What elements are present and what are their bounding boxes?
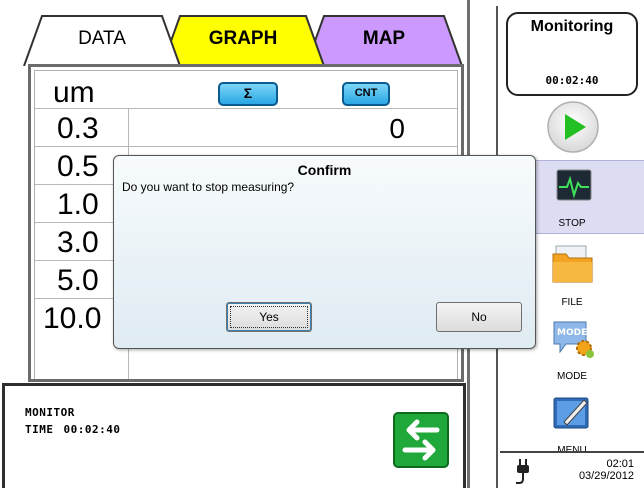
monitor-title: MONITOR: [25, 406, 75, 419]
status-box: Monitoring 00:02:40: [506, 12, 638, 96]
tab-graph-label: GRAPH: [208, 28, 278, 49]
row-size: 3.0: [57, 226, 99, 259]
focus-indicator: [230, 306, 308, 328]
sum-button[interactable]: Σ: [218, 82, 278, 106]
tab-data[interactable]: DATA: [22, 14, 182, 66]
row-count: 0: [389, 113, 405, 144]
monitor-panel: MONITOR TIME 00:02:40: [2, 383, 466, 488]
heartbeat-monitor-icon: [556, 169, 592, 201]
tab-data-label: DATA: [78, 28, 126, 49]
monitor-time-value: 00:02:40: [63, 423, 121, 436]
clock-time: 02:01: [606, 458, 634, 470]
table-header-row: um Σ CNT: [35, 71, 457, 109]
swap-arrows-icon[interactable]: [393, 412, 449, 468]
tab-graph[interactable]: GRAPH: [160, 14, 326, 66]
sidebar-item-mode-label: MODE: [557, 371, 587, 382]
count-button[interactable]: CNT: [342, 82, 390, 106]
no-button-label: No: [471, 310, 487, 324]
table-row: 0.3 0: [35, 109, 457, 147]
power-plug-icon: [516, 459, 529, 484]
tab-map[interactable]: MAP: [304, 14, 464, 66]
yes-button[interactable]: Yes: [226, 302, 312, 332]
clock: 02:01 03/29/2012: [579, 458, 634, 482]
status-title: Monitoring: [530, 18, 614, 35]
folder-icon: [552, 245, 593, 283]
row-size: 0.3: [57, 112, 99, 145]
play-icon[interactable]: [546, 100, 600, 154]
monitor-time-label: TIME: [25, 423, 54, 436]
no-button[interactable]: No: [436, 302, 522, 332]
footer-clock: 02:01 03/29/2012: [500, 451, 644, 488]
unit-label: um: [53, 76, 95, 109]
monitor-time-row: TIME 00:02:40: [25, 423, 120, 436]
status-time: 00:02:40: [545, 74, 599, 87]
confirm-dialog: Confirm Do you want to stop measuring? Y…: [113, 155, 536, 349]
row-size: 10.0: [43, 302, 102, 335]
sidebar-item-menu[interactable]: MENU: [500, 386, 644, 460]
row-size: 0.5: [57, 150, 99, 183]
mode-gear-icon: MODE: [553, 321, 594, 358]
row-size: 5.0: [57, 264, 99, 297]
tab-map-label: MAP: [362, 28, 406, 49]
clock-date: 03/29/2012: [578, 470, 634, 482]
row-size: 1.0: [57, 188, 99, 221]
svg-text:MODE: MODE: [557, 328, 587, 338]
dialog-title: Confirm: [297, 162, 352, 178]
menu-pen-icon: [553, 397, 589, 429]
dialog-message: Do you want to stop measuring?: [122, 180, 295, 194]
